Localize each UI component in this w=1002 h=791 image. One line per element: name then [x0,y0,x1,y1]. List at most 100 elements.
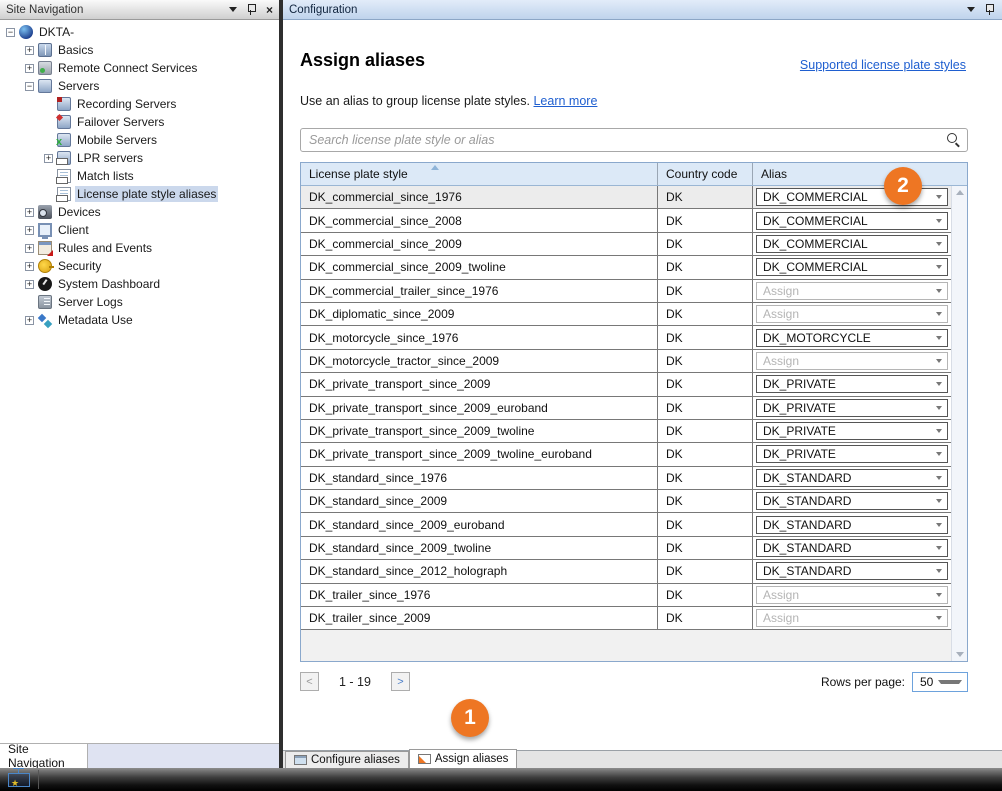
column-header-country-code[interactable]: Country code [658,163,753,185]
expand-icon[interactable]: + [25,46,34,55]
alias-select[interactable]: DK_COMMERCIAL [756,235,948,253]
table-row[interactable]: DK_standard_since_2009DKDK_STANDARD [301,490,951,513]
alias-value: DK_STANDARD [763,494,936,508]
alias-select[interactable]: DK_PRIVATE [756,375,948,393]
tree-item-recording-servers[interactable]: Recording Servers [0,95,279,113]
alias-select[interactable]: Assign [756,586,948,604]
table-row[interactable]: DK_private_transport_since_2009_twoline_… [301,443,951,466]
tree-item-license-plate-aliases[interactable]: License plate style aliases [0,185,279,203]
tree-item-security[interactable]: +Security [0,257,279,275]
panel-menu-icon[interactable] [967,7,975,12]
table-row[interactable]: DK_private_transport_since_2009DKDK_PRIV… [301,373,951,396]
expand-icon[interactable]: + [44,154,53,163]
license-plate-style-cell: DK_trailer_since_1976 [301,584,658,606]
alias-value: DK_STANDARD [763,564,936,578]
alias-select[interactable]: Assign [756,609,948,627]
rows-per-page-select[interactable]: 50 [912,672,968,692]
alias-value: Assign [763,284,936,298]
alias-select[interactable]: DK_PRIVATE [756,399,948,417]
search-input[interactable] [300,128,968,152]
alias-select[interactable]: DK_PRIVATE [756,422,948,440]
alias-select[interactable]: DK_STANDARD [756,492,948,510]
table-row[interactable]: DK_commercial_since_1976DKDK_COMMERCIAL [301,186,951,209]
expand-icon[interactable]: + [25,244,34,253]
close-icon[interactable]: × [266,5,273,15]
prev-page-button[interactable]: < [300,672,319,691]
alias-select[interactable]: Assign [756,352,948,370]
collapse-icon[interactable]: − [6,28,15,37]
tree-item-rules-events[interactable]: +Rules and Events [0,239,279,257]
alias-value: Assign [763,307,936,321]
tree-item-failover-servers[interactable]: Failover Servers [0,113,279,131]
table-row[interactable]: DK_standard_since_1976DKDK_STANDARD [301,467,951,490]
column-header-license-plate-style[interactable]: License plate style [301,163,658,185]
expand-icon[interactable]: + [25,262,34,271]
collapse-icon[interactable]: − [25,82,34,91]
alias-select[interactable]: Assign [756,282,948,300]
next-page-button[interactable]: > [391,672,410,691]
table-row[interactable]: DK_private_transport_since_2009_euroband… [301,397,951,420]
table-row[interactable]: DK_diplomatic_since_2009DKAssign [301,303,951,326]
expand-icon[interactable]: + [25,316,34,325]
alias-select[interactable]: DK_COMMERCIAL [756,212,948,230]
table-row[interactable]: DK_private_transport_since_2009_twolineD… [301,420,951,443]
column-header-alias[interactable]: Alias [753,163,967,185]
tab-site-navigation[interactable]: Site Navigation [0,744,88,768]
expand-icon[interactable]: + [25,226,34,235]
configuration-title: Configuration [289,4,967,16]
table-row[interactable]: DK_commercial_trailer_since_1976DKAssign [301,280,951,303]
alias-select[interactable]: DK_MOTORCYCLE [756,329,948,347]
match-lists-icon [57,169,71,183]
pin-icon[interactable] [985,4,994,15]
tree-item-mobile-servers[interactable]: Mobile Servers [0,131,279,149]
country-code-cell: DK [658,233,753,255]
tree-item-label: Mobile Servers [75,132,159,148]
search-icon[interactable] [946,132,960,146]
expand-icon[interactable]: + [25,208,34,217]
tree-item-server-logs[interactable]: Server Logs [0,293,279,311]
expand-icon[interactable]: + [25,280,34,289]
table-row[interactable]: DK_trailer_since_2009DKAssign [301,607,951,630]
alias-select[interactable]: DK_STANDARD [756,469,948,487]
tree-item-client[interactable]: +Client [0,221,279,239]
pin-icon[interactable] [247,4,256,15]
alias-select[interactable]: DK_PRIVATE [756,445,948,463]
alias-select[interactable]: DK_STANDARD [756,562,948,580]
table-row[interactable]: DK_commercial_since_2009DKDK_COMMERCIAL [301,233,951,256]
tree-item-remote-connect[interactable]: +Remote Connect Services [0,59,279,77]
tree-item-metadata-use[interactable]: +Metadata Use [0,311,279,329]
table-row[interactable]: DK_commercial_since_2009_twolineDKDK_COM… [301,256,951,279]
scroll-up-icon[interactable] [956,190,964,195]
alias-select[interactable]: Assign [756,305,948,323]
tree-item-servers[interactable]: − Servers [0,77,279,95]
expand-icon[interactable]: + [25,64,34,73]
tab-configure-aliases[interactable]: Configure aliases [285,751,409,768]
tab-assign-aliases[interactable]: Assign aliases [409,749,518,768]
license-plate-style-cell: DK_private_transport_since_2009 [301,373,658,395]
table-row[interactable]: DK_motorcycle_since_1976DKDK_MOTORCYCLE [301,326,951,349]
tree-item-devices[interactable]: +Devices [0,203,279,221]
tree-item-lpr-servers[interactable]: +LPR servers [0,149,279,167]
chevron-down-icon [936,359,942,363]
table-row[interactable]: DK_motorcycle_tractor_since_2009DKAssign [301,350,951,373]
tree-item-match-lists[interactable]: Match lists [0,167,279,185]
table-row[interactable]: DK_standard_since_2009_eurobandDKDK_STAN… [301,513,951,536]
tree-item-system-dashboard[interactable]: +System Dashboard [0,275,279,293]
alias-value: DK_COMMERCIAL [763,237,936,251]
table-row[interactable]: DK_standard_since_2009_twolineDKDK_STAND… [301,537,951,560]
table-row[interactable]: DK_commercial_since_2008DKDK_COMMERCIAL [301,209,951,232]
panel-menu-icon[interactable] [229,7,237,12]
table-rows: DK_commercial_since_1976DKDK_COMMERCIALD… [301,186,951,661]
scroll-down-icon[interactable] [956,652,964,657]
table-row[interactable]: DK_standard_since_2012_holographDKDK_STA… [301,560,951,583]
table-scrollbar[interactable] [951,186,967,661]
table-row[interactable]: DK_trailer_since_1976DKAssign [301,584,951,607]
tree-item-site[interactable]: −DKTA- [0,23,279,41]
supported-license-plate-styles-link[interactable]: Supported license plate styles [800,58,966,72]
tree-item-basics[interactable]: +Basics [0,41,279,59]
learn-more-link[interactable]: Learn more [533,94,597,108]
alias-select[interactable]: DK_COMMERCIAL [756,258,948,276]
alias-select[interactable]: DK_STANDARD [756,539,948,557]
alias-select[interactable]: DK_STANDARD [756,516,948,534]
tree-item-label: Servers [56,78,101,94]
